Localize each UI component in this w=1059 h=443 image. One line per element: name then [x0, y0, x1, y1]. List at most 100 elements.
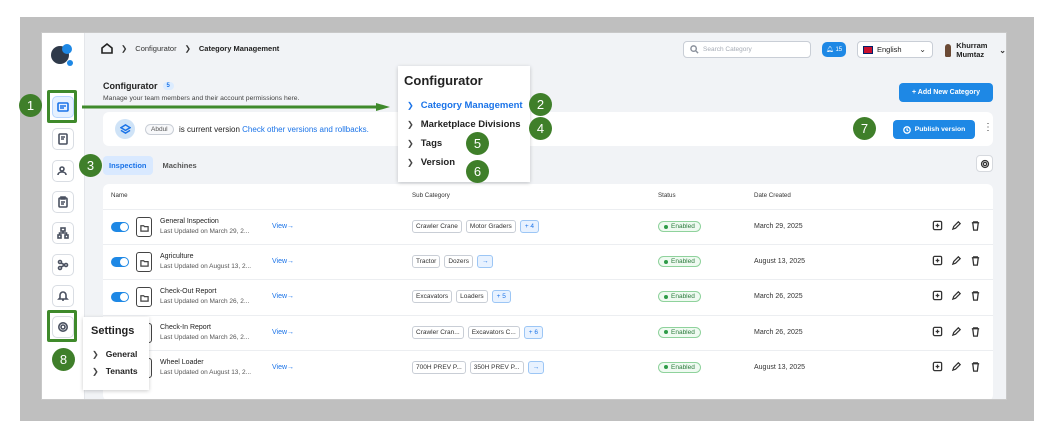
status-dot-icon: [664, 365, 668, 370]
sidebar-item-users[interactable]: [52, 160, 74, 182]
table-row: General Inspection Last Updated on March…: [103, 209, 993, 244]
add-icon[interactable]: [932, 326, 943, 337]
view-link[interactable]: View→: [272, 293, 294, 300]
delete-icon[interactable]: [970, 290, 981, 302]
version-text: is current version Check other versions …: [179, 125, 369, 134]
column-header-date-created: Date Created: [754, 192, 791, 199]
sub-category-chip: Crawler Cran...: [412, 325, 464, 339]
status-badge: Enabled: [658, 291, 701, 303]
home-icon[interactable]: [101, 42, 113, 54]
menu-item-version[interactable]: ❯ Version: [407, 157, 455, 168]
report-icon: [58, 133, 68, 145]
table-row: Check-In Report Last Updated on March 26…: [103, 314, 993, 350]
tab-machines[interactable]: Machines: [157, 156, 203, 175]
add-icon[interactable]: [932, 220, 943, 231]
chevron-right-icon: ❯: [407, 139, 414, 148]
enable-toggle[interactable]: [111, 292, 129, 303]
menu-item-tags[interactable]: ❯ Tags: [407, 138, 442, 149]
hierarchy-icon: [57, 227, 69, 239]
callout-5: 5: [466, 132, 489, 155]
sub-category-chip: Dozers: [444, 255, 473, 269]
more-sub-categories-button[interactable]: →: [527, 360, 545, 374]
category-last-updated: Last Updated on March 26, 2...: [160, 333, 250, 341]
page-subtitle: Manage your team members and their accou…: [103, 95, 300, 102]
more-sub-categories-button[interactable]: + 4: [519, 220, 540, 233]
edit-icon[interactable]: [951, 290, 962, 301]
app-logo: [51, 44, 73, 66]
sidebar-item-hierarchy[interactable]: [52, 222, 74, 244]
edit-icon[interactable]: [951, 220, 962, 231]
delete-icon[interactable]: [970, 220, 981, 231]
callout-7: 7: [853, 117, 876, 140]
versions-link[interactable]: Check other versions and rollbacks.: [242, 125, 369, 134]
more-sub-categories-button[interactable]: + 6: [523, 325, 544, 339]
view-link[interactable]: View→: [272, 258, 294, 265]
chevron-right-icon: ❯: [407, 158, 414, 167]
add-icon[interactable]: [932, 255, 943, 266]
enable-toggle[interactable]: [111, 257, 129, 268]
callout-2: 2: [529, 93, 552, 116]
delete-icon[interactable]: [970, 255, 981, 266]
tab-inspection[interactable]: Inspection: [103, 156, 153, 175]
search-icon: [690, 45, 699, 54]
sub-category-chip: Excavators: [412, 290, 453, 304]
menu-item-label: General: [105, 349, 138, 359]
add-icon[interactable]: [932, 361, 943, 372]
sidebar-item-reports[interactable]: [52, 128, 74, 150]
publish-version-button[interactable]: Publish version: [893, 120, 975, 139]
row-actions: [932, 361, 981, 372]
more-sub-categories-button[interactable]: + 5: [491, 290, 511, 304]
menu-item-general[interactable]: ❯ General: [92, 349, 137, 359]
user-menu[interactable]: Khurram Mumtaz ⌄: [945, 41, 1006, 59]
more-sub-categories-button[interactable]: →: [476, 255, 494, 269]
folder-file-icon: [136, 217, 152, 237]
sidebar-item-workflow[interactable]: [52, 254, 74, 276]
breadcrumb-separator-icon: ❯: [121, 43, 128, 53]
category-table: Name Sub Category Status Date Created Ge…: [103, 184, 993, 399]
gear-icon: [980, 159, 989, 168]
user-name: Khurram Mumtaz: [956, 41, 988, 59]
table-row: Wheel Loader Last Updated on August 13, …: [103, 349, 993, 385]
chevron-right-icon: ❯: [92, 366, 99, 376]
edit-icon[interactable]: [951, 255, 962, 266]
edit-icon[interactable]: [951, 326, 962, 337]
breadcrumb-configurator[interactable]: Configurator: [135, 44, 176, 53]
menu-item-marketplace-divisions[interactable]: ❯ Marketplace Divisions: [407, 119, 521, 130]
sub-category-chip: 350H PREV P...: [469, 360, 524, 374]
date-created: March 26, 2025: [754, 328, 803, 336]
add-icon[interactable]: [932, 290, 943, 301]
notification-button[interactable]: 🔔︎ 15: [822, 42, 846, 57]
callout-1: 1: [19, 94, 42, 117]
page-title: Configurator 5: [103, 81, 174, 91]
category-name: Wheel Loader: [160, 358, 204, 366]
edit-icon[interactable]: [951, 361, 962, 372]
sidebar-item-alerts[interactable]: [52, 285, 74, 307]
search-input[interactable]: Search Category: [683, 41, 811, 58]
sidebar-item-clipboard[interactable]: [52, 191, 74, 213]
row-actions: [932, 290, 981, 302]
view-link[interactable]: View→: [272, 223, 294, 230]
table-settings-button[interactable]: [976, 155, 993, 172]
bell-icon: 🔔︎: [825, 47, 834, 53]
count-badge: 5: [162, 82, 174, 90]
category-name: Agriculture: [160, 253, 194, 261]
status-dot-icon: [664, 259, 668, 264]
menu-item-tenants[interactable]: ❯ Tenants: [92, 366, 138, 376]
sub-category-chip: Tractor: [412, 255, 441, 269]
sub-category-chip: 700H PREV P...: [412, 360, 466, 374]
delete-icon[interactable]: [970, 326, 981, 337]
breadcrumb: ❯ Configurator ❯ Category Management: [101, 42, 279, 54]
callout-3: 3: [79, 154, 102, 177]
sub-category-chip: Crawler Crane: [412, 220, 462, 233]
chevron-right-icon: ❯: [407, 101, 414, 110]
delete-icon[interactable]: [970, 361, 981, 372]
view-link[interactable]: View→: [272, 329, 294, 336]
folder-file-icon: [136, 287, 152, 308]
language-select[interactable]: English ⌄: [857, 41, 933, 58]
menu-item-category-management[interactable]: ❯ Category Management: [407, 100, 523, 111]
add-new-category-button[interactable]: + Add New Category: [899, 83, 993, 102]
enable-toggle[interactable]: [111, 222, 129, 232]
sub-category-chip: Motor Graders: [465, 220, 516, 233]
more-options-icon[interactable]: ⋮: [983, 122, 993, 133]
view-link[interactable]: View→: [272, 364, 294, 371]
